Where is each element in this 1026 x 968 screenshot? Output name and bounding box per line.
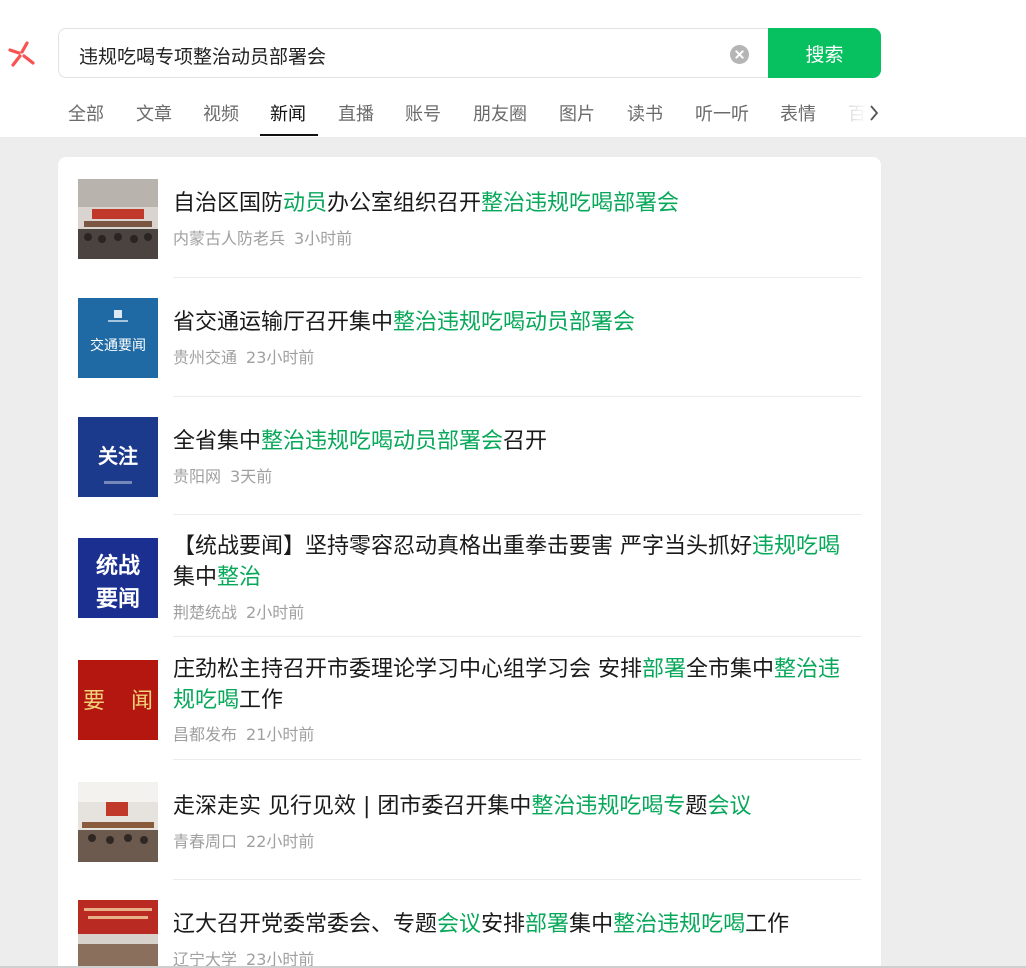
result-thumbnail: 统战 要闻 [78, 538, 158, 618]
tab-images[interactable]: 图片 [559, 100, 595, 126]
tab-accounts[interactable]: 账号 [405, 100, 441, 126]
result-title[interactable]: 自治区国防动员办公室组织召开整治违规吃喝部署会 [173, 188, 861, 219]
result-meta: 贵阳网 3天前 [173, 463, 272, 487]
thumb-caption: 闻 [131, 689, 153, 714]
search-header: 违规吃喝专项整治动员部署会 搜索 全部 文章 视频 新闻 直播 账号 朋友圈 图… [0, 0, 1026, 137]
result-title[interactable]: 全省集中整治违规吃喝动员部署会召开 [173, 426, 861, 457]
active-tab-indicator [260, 134, 318, 136]
thumb-caption: 统战 [96, 553, 140, 579]
chevron-right-icon[interactable] [866, 101, 882, 125]
search-input[interactable]: 违规吃喝专项整治动员部署会 [58, 28, 770, 78]
news-result[interactable]: 统战 要闻 【统战要闻】坚持零容忍动真格出重拳击要害 严字当头抓好违规吃喝集中整… [78, 515, 861, 637]
result-source[interactable]: 内蒙古人防老兵 [173, 229, 285, 248]
news-result[interactable]: 自治区国防动员办公室组织召开整治违规吃喝部署会 内蒙古人防老兵 3小时前 [78, 157, 861, 278]
thumb-caption: 要 [83, 689, 105, 714]
search-query[interactable]: 违规吃喝专项整治动员部署会 [79, 42, 326, 69]
result-time: 21小时前 [246, 725, 315, 744]
news-result[interactable]: 走深走实 见行见效 | 团市委召开集中整治违规吃喝专题会议 青春周口 22小时前 [78, 760, 861, 880]
result-source[interactable]: 贵州交通 [173, 348, 237, 367]
result-source[interactable]: 昌都发布 [173, 725, 237, 744]
tab-reading[interactable]: 读书 [627, 100, 663, 126]
result-title[interactable]: 省交通运输厅召开集中整治违规吃喝动员部署会 [173, 307, 861, 338]
search-button[interactable]: 搜索 [768, 28, 881, 78]
result-meta: 贵州交通 23小时前 [173, 344, 314, 368]
result-title[interactable]: 走深走实 见行见效 | 团市委召开集中整治违规吃喝专题会议 [173, 791, 861, 822]
result-thumbnail [78, 179, 158, 259]
result-thumbnail [78, 782, 158, 862]
result-thumbnail: 交通要闻 [78, 298, 158, 378]
result-thumbnail: 关注 [78, 417, 158, 497]
result-source[interactable]: 荆楚统战 [173, 603, 237, 622]
thumb-caption: 关注 [98, 444, 138, 468]
news-result[interactable]: 关注 全省集中整治违规吃喝动员部署会召开 贵阳网 3天前 [78, 397, 861, 515]
tabs-fade [838, 96, 868, 130]
news-result[interactable]: 辽大召开党委常委会、专题会议安排部署集中整治违规吃喝工作 辽宁大学 23小时前 [78, 880, 861, 968]
tab-listen[interactable]: 听一听 [695, 100, 749, 126]
result-time: 3天前 [230, 467, 273, 486]
news-result[interactable]: 交通要闻 省交通运输厅召开集中整治违规吃喝动员部署会 贵州交通 23小时前 [78, 278, 861, 397]
result-time: 2小时前 [246, 603, 305, 622]
result-meta: 昌都发布 21小时前 [173, 721, 314, 745]
result-title[interactable]: 庄劲松主持召开市委理论学习中心组学习会 安排部署全市集中整治违规吃喝工作 [173, 654, 861, 716]
result-title[interactable]: 【统战要闻】坚持零容忍动真格出重拳击要害 严字当头抓好违规吃喝集中整治 [173, 531, 861, 593]
result-time: 3小时前 [294, 229, 353, 248]
tab-all[interactable]: 全部 [68, 100, 104, 126]
result-thumbnail: 要 闻 [78, 660, 158, 740]
tab-videos[interactable]: 视频 [203, 100, 239, 126]
result-title[interactable]: 辽大召开党委常委会、专题会议安排部署集中整治违规吃喝工作 [173, 909, 861, 940]
tab-stickers[interactable]: 表情 [780, 100, 816, 126]
tab-moments[interactable]: 朋友圈 [473, 100, 527, 126]
tab-live[interactable]: 直播 [338, 100, 374, 126]
wechat-search-logo-icon[interactable] [6, 38, 38, 70]
result-meta: 青春周口 22小时前 [173, 828, 314, 852]
result-time: 22小时前 [246, 832, 315, 851]
result-meta: 辽宁大学 23小时前 [173, 946, 314, 968]
results-list: 自治区国防动员办公室组织召开整治违规吃喝部署会 内蒙古人防老兵 3小时前 交通要闻… [58, 157, 881, 968]
result-source[interactable]: 贵阳网 [173, 467, 221, 486]
news-result[interactable]: 要 闻 庄劲松主持召开市委理论学习中心组学习会 安排部署全市集中整治违规吃喝工作… [78, 637, 861, 760]
result-time: 23小时前 [246, 348, 315, 367]
result-meta: 内蒙古人防老兵 3小时前 [173, 225, 352, 249]
tab-articles[interactable]: 文章 [136, 100, 172, 126]
close-circle-icon[interactable] [730, 45, 749, 64]
result-thumbnail [78, 900, 158, 968]
result-source[interactable]: 青春周口 [173, 832, 237, 851]
thumb-caption: 交通要闻 [90, 337, 146, 354]
tab-news[interactable]: 新闻 [270, 100, 306, 126]
thumb-caption: 要闻 [96, 586, 140, 612]
result-meta: 荆楚统战 2小时前 [173, 599, 304, 623]
